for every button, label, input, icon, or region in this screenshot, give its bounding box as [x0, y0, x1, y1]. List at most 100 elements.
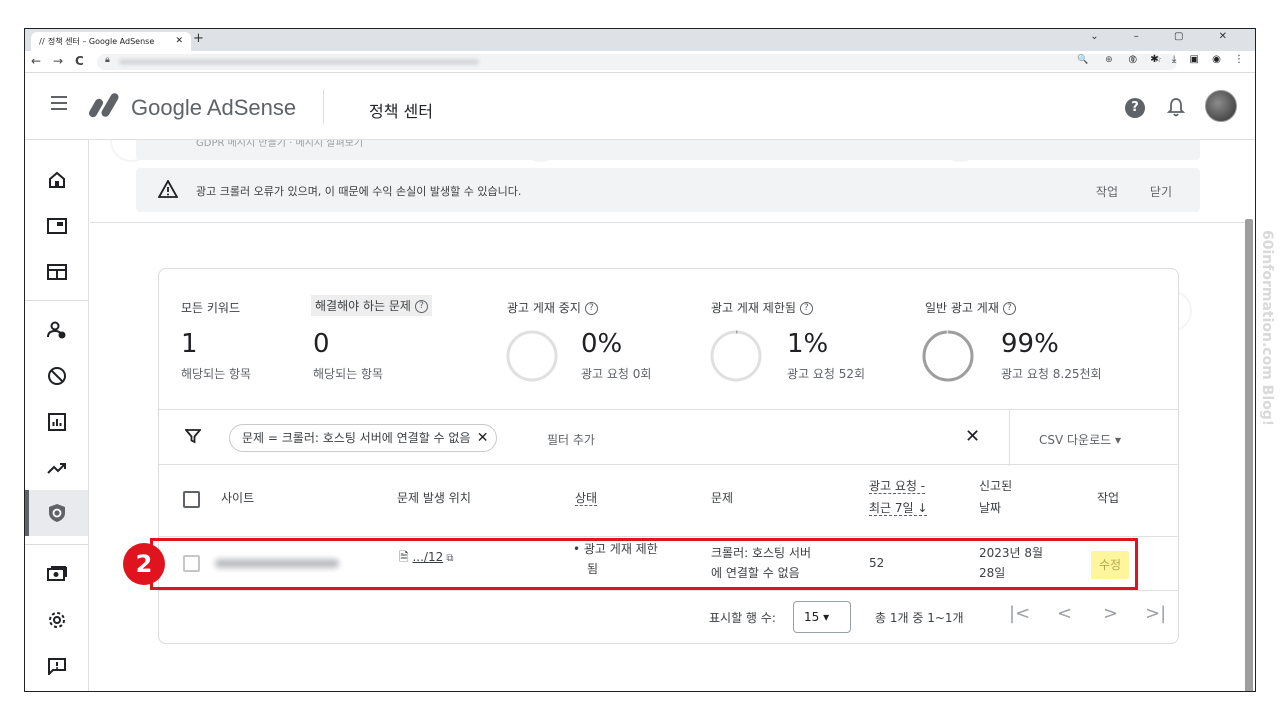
user-avatar[interactable] [1205, 90, 1237, 122]
clear-filters-icon[interactable]: ✕ [965, 426, 980, 447]
tab-close-icon[interactable]: ✕ [175, 32, 183, 51]
stat-ads-normal-value: 99% [1001, 329, 1059, 359]
filter-chip-label: 문제 = 크롤러: 호스팅 서버에 연결할 수 없음 [242, 431, 471, 445]
scrollbar[interactable] [1245, 219, 1253, 691]
rows-per-page-label: 표시할 행 수: [709, 611, 776, 625]
column-issue[interactable]: 문제 [711, 487, 733, 509]
feedback-icon[interactable] [43, 652, 71, 680]
highlight-box [150, 538, 1138, 590]
column-ad-requests-line2: 최근 7일 ↓ [869, 501, 928, 516]
ads-stopped-ring [506, 330, 558, 382]
sites-icon[interactable] [43, 258, 71, 286]
reports-icon[interactable] [43, 408, 71, 436]
optimize-icon[interactable] [43, 454, 71, 482]
page-title: 정책 센터 [369, 102, 433, 121]
csv-download-button[interactable]: CSV 다운로드 ▾ [1039, 431, 1121, 448]
stat-ads-stopped-value: 0% [581, 329, 623, 359]
header-divider [323, 90, 324, 124]
stat-ads-restricted-sub: 광고 요청 52회 [787, 367, 866, 381]
active-filter-chip[interactable]: 문제 = 크롤러: 호스팅 서버에 연결할 수 없음 ✕ [229, 424, 498, 452]
adsense-favicon-icon: // [39, 37, 45, 46]
stat-all-keywords-label[interactable]: 모든 키워드 [181, 299, 240, 316]
alert-action-button[interactable]: 작업 [1096, 183, 1118, 200]
column-status[interactable]: 상태 [575, 487, 598, 509]
column-reported-date[interactable]: 신고된 날짜 [979, 475, 1012, 519]
section-divider [90, 222, 1245, 223]
back-icon[interactable]: ← [31, 54, 41, 68]
rail-separator [25, 544, 88, 545]
ads-icon[interactable] [43, 212, 71, 240]
stat-must-fix-sub: 해당되는 항목 [313, 367, 384, 381]
column-ad-requests[interactable]: 광고 요청 - 최근 7일 ↓ [869, 475, 928, 519]
page-range: 총 1개 중 1~1개 [875, 611, 964, 625]
alert-close-button[interactable]: 닫기 [1150, 183, 1172, 200]
last-page-icon[interactable]: >| [1145, 603, 1166, 624]
browser-tab[interactable]: //정책 센터 – Google AdSense ✕ [31, 32, 191, 51]
filter-icon[interactable] [185, 428, 201, 444]
policy-center-icon[interactable] [43, 499, 71, 527]
rows-per-page-select[interactable]: 15 ▾ [793, 601, 851, 633]
settings-icon[interactable] [43, 606, 71, 634]
filter-bar: 문제 = 크롤러: 호스팅 서버에 연결할 수 없음 ✕ 필터 추가 ✕ CSV… [159, 409, 1178, 466]
stat-ads-normal-sub: 광고 요청 8.25천회 [1001, 367, 1102, 381]
warning-icon [158, 180, 178, 198]
stat-all-keywords-sub: 해당되는 항목 [181, 367, 252, 381]
stat-ads-normal-text: 일반 광고 게재 [925, 301, 999, 315]
alert-message: 광고 크롤러 오류가 있으며, 이 때문에 수익 손실이 발생할 수 있습니다. [196, 185, 522, 198]
rail-separator [25, 300, 88, 301]
next-page-icon[interactable]: > [1103, 603, 1118, 624]
stat-ads-restricted-label[interactable]: 광고 게재 제한됨? [711, 299, 813, 316]
hamburger-menu-icon[interactable] [51, 96, 67, 110]
block-icon[interactable] [43, 362, 71, 390]
stat-ads-restricted-value: 1% [787, 329, 829, 359]
select-all-checkbox[interactable] [183, 491, 200, 508]
ads-normal-ring [922, 330, 974, 382]
browser-tab-bar: //정책 센터 – Google AdSense ✕ + ⌄ – ▢ ✕ [25, 29, 1255, 51]
stat-must-fix-label[interactable]: 해결해야 하는 문제? [311, 295, 432, 316]
forward-icon[interactable]: → [53, 54, 63, 68]
tab-title: 정책 센터 – Google AdSense [47, 37, 155, 46]
crawler-error-alert: 광고 크롤러 오류가 있으며, 이 때문에 수익 손실이 발생할 수 있습니다.… [136, 168, 1200, 212]
url-field[interactable]: 🔒︎ [97, 54, 1177, 70]
new-tab-button[interactable]: + [193, 31, 204, 46]
column-site[interactable]: 사이트 [221, 487, 254, 509]
table-header: 사이트 문제 발생 위치 상태 문제 광고 요청 - 최근 7일 ↓ 신고된 날… [159, 465, 1178, 537]
column-reported-line2: 날짜 [979, 501, 1002, 515]
extension-icons[interactable]: ◎ ✱ ⤓ ▣ ◉ ⋮ [1128, 54, 1249, 65]
help-icon[interactable]: ? [584, 302, 598, 315]
window-controls[interactable]: ⌄ – ▢ ✕ [1090, 31, 1243, 42]
blog-watermark: 60information.com Blog! [1259, 230, 1275, 426]
account-icon[interactable] [43, 316, 71, 344]
app-header: Google AdSense 정책 센터 ? [25, 74, 1255, 140]
stat-ads-normal-label[interactable]: 일반 광고 게재? [925, 299, 1016, 316]
notifications-bell-icon[interactable] [1165, 96, 1187, 118]
ads-restricted-ring [710, 330, 762, 382]
screenshot-frame: //정책 센터 – Google AdSense ✕ + ⌄ – ▢ ✕ ← →… [24, 28, 1256, 692]
add-filter-button[interactable]: 필터 추가 [547, 431, 595, 448]
payments-icon[interactable] [43, 560, 71, 588]
home-icon[interactable] [43, 166, 71, 194]
column-ad-requests-line1: 광고 요청 - [869, 479, 926, 494]
column-location[interactable]: 문제 발생 위치 [397, 487, 471, 509]
browser-address-bar: ← → C 🔒︎ 🔍 ⊕ ⇪ ☆ ◎ ✱ ⤓ ▣ ◉ ⋮ [25, 51, 1255, 73]
filter-divider [1009, 410, 1010, 466]
remove-filter-icon[interactable]: ✕ [477, 425, 489, 451]
help-icon[interactable]: ? [799, 302, 813, 315]
reload-icon[interactable]: C [75, 54, 84, 68]
stat-ads-stopped-label[interactable]: 광고 게재 중지? [507, 299, 598, 316]
help-icon[interactable]: ? [414, 300, 428, 313]
rail-active-indicator [25, 490, 29, 536]
prev-page-icon[interactable]: < [1057, 603, 1072, 624]
stat-all-keywords-value: 1 [181, 329, 198, 359]
stat-ads-stopped-sub: 광고 요청 0회 [581, 367, 652, 381]
gdpr-banner: GDPR 메시지 만들기 · 메시지 살펴보기 [136, 140, 1200, 160]
first-page-icon[interactable]: |< [1009, 603, 1030, 624]
column-reported-line1: 신고된 [979, 479, 1013, 493]
stat-must-fix-text: 해결해야 하는 문제 [315, 299, 411, 313]
column-status-label: 상태 [575, 491, 598, 506]
stat-ads-restricted-text: 광고 게재 제한됨 [711, 301, 796, 315]
help-icon[interactable]: ? [1125, 98, 1145, 118]
adsense-logo-icon [89, 93, 119, 118]
help-icon[interactable]: ? [1002, 302, 1016, 315]
lock-icon: 🔒︎ [105, 55, 110, 65]
